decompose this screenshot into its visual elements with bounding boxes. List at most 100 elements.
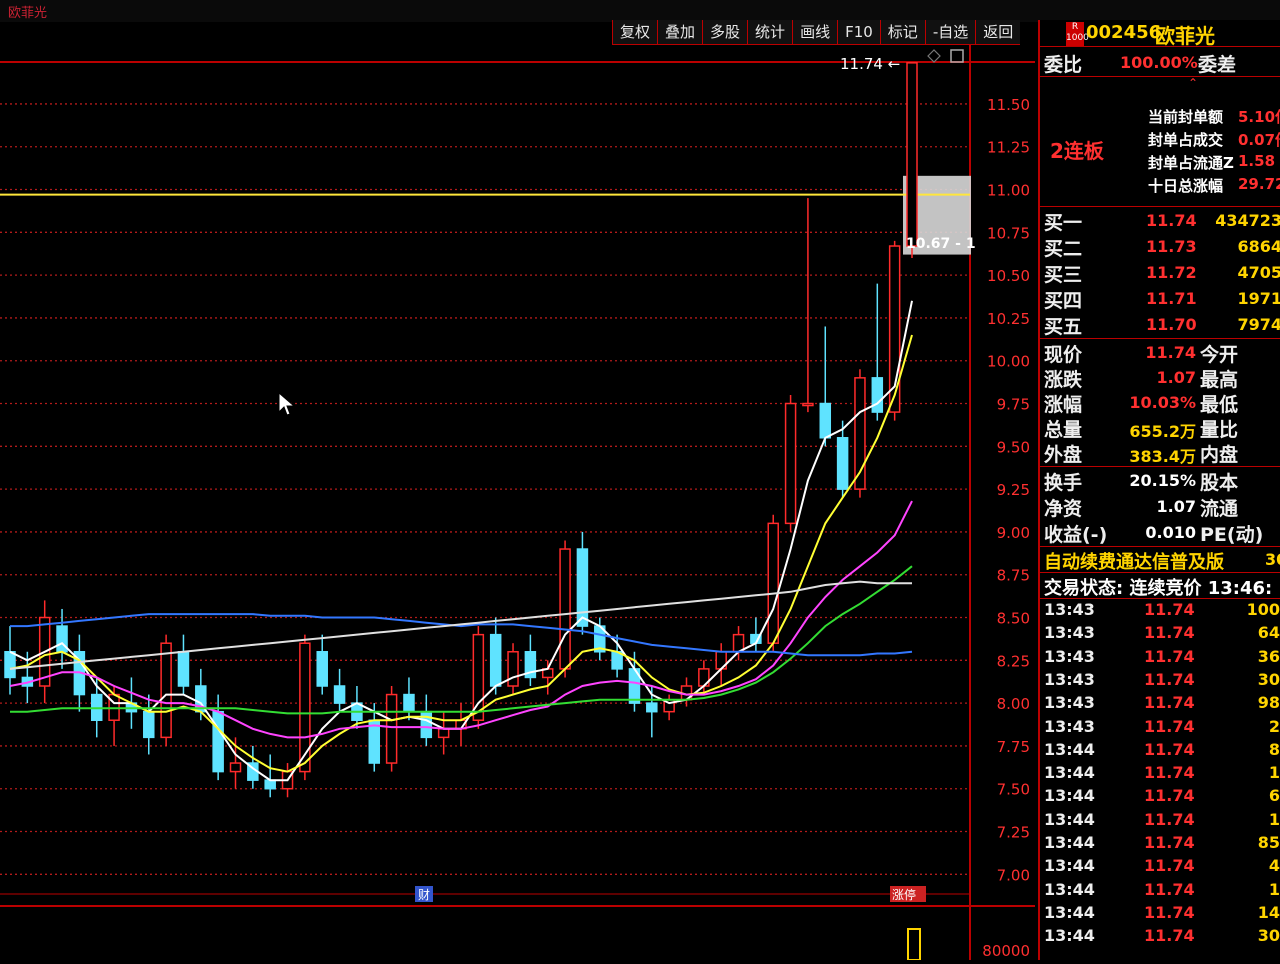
quote-value: 1.07 [1156,368,1196,387]
tick-volume: 64 [1257,623,1280,643]
candle-body [767,522,779,644]
bid-price: 11.70 [1146,315,1197,334]
seal-label: 封单占流通Z [1148,154,1234,172]
collapse-icon[interactable]: ⌃ [1188,76,1198,90]
tick-price: 11.74 [1144,902,1195,922]
title-bar: 欧菲光 [0,0,1280,22]
y-tick-label: 11.25 [987,139,1030,157]
toolbar-item-3[interactable]: 统计 [747,20,792,44]
high-price-label: 11.74 ← [840,55,900,73]
seal-value: 1.58 [1238,152,1276,170]
tick-volume: 36 [1257,646,1280,666]
quote-label: 涨幅 [1044,394,1083,416]
candle-body [177,651,190,687]
y-tick-label: 7.75 [997,738,1030,756]
stat-label: 换手 [1044,472,1083,494]
candle-body [802,402,814,407]
candle-body [906,62,918,247]
toolbar-item-8[interactable]: 返回 [975,20,1020,44]
toolbar-item-4[interactable]: 画线 [792,20,837,44]
bid-volume: 434723 [1215,211,1280,230]
tick-row: 13:44 11.74 85 [1040,833,1280,856]
seal-value: 5.10亿 [1238,108,1280,126]
y-tick-label: 8.75 [997,567,1030,585]
tick-price: 11.74 [1144,646,1195,666]
tick-row: 13:44 11.74 14 [1040,903,1280,926]
tick-time: 13:44 [1044,926,1095,946]
y-tick-label: 7.50 [997,781,1030,799]
bid-volume: 6864 [1237,237,1280,256]
kline-svg: 11.50 11.25 11.00 10.75 10.50 10.25 10.00 9.75 9… [0,44,1035,961]
quote-value: 11.74 [1145,343,1196,362]
tick-row: 13:43 11.74 98 [1040,693,1280,716]
tick-row: 13:43 11.74 36 [1040,647,1280,670]
tick-time: 13:44 [1044,786,1095,806]
window-toggle-icon [950,49,964,63]
candle-body [403,693,415,713]
y-tick-label: 9.25 [997,481,1030,499]
tick-row: 13:43 11.74 2 [1040,717,1280,740]
stat-label-2: PE(动) [1200,524,1264,546]
tick-price: 11.74 [1144,786,1195,806]
tick-time: 13:43 [1044,646,1095,666]
quote-label: 总量 [1044,419,1083,441]
toolbar-item-2[interactable]: 多股 [702,20,747,44]
quote-panel: R 1000 002456 欧菲光 委比 100.00% 委差 ⌃ 2连板 当前封… [1038,20,1280,960]
tick-volume: 30 [1257,926,1280,946]
toolbar-item-7[interactable]: -自选 [924,20,975,44]
divider [1040,572,1280,573]
tick-price: 11.74 [1144,739,1195,759]
stock-name: 欧菲光 [1155,24,1215,48]
stat-value: 20.15% [1129,471,1196,490]
tick-price: 11.74 [1144,716,1195,736]
tick-row: 13:44 11.74 8 [1040,740,1280,763]
y-tick-label: 10.50 [987,267,1030,285]
quote-label: 现价 [1044,344,1083,366]
candle-body [333,685,346,704]
stat-value: 1.07 [1156,497,1196,516]
quote-label-2: 最低 [1200,394,1239,416]
tick-time: 13:44 [1044,833,1095,852]
tick-volume: 98 [1257,693,1280,713]
kline-chart[interactable]: 11.50 11.25 11.00 10.75 10.50 10.25 10.00 9.75 9… [0,44,1035,961]
toolbar-item-6[interactable]: 标记 [879,20,925,44]
tick-time: 13:44 [1044,763,1095,783]
bid-volume: 7974 [1237,315,1280,334]
y-tick-label: 9.00 [997,524,1030,542]
seal-value: 0.07倍 [1238,131,1280,149]
divider [1040,46,1280,47]
candle-body [576,548,589,627]
tick-time: 13:44 [1044,856,1095,876]
toolbar-item-5[interactable]: F10 [837,20,880,44]
bid-level-label: 买二 [1044,238,1083,260]
quote-label-2: 今开 [1200,344,1239,366]
candle-body [507,651,519,687]
bid-level-label: 买三 [1044,264,1083,286]
candle-body [489,633,502,687]
tick-volume: 6 [1268,786,1280,806]
tick-volume: 2 [1268,716,1280,736]
candle-body [316,651,328,687]
toolbar-item-0[interactable]: 复权 [612,20,657,44]
bid-level-label: 买四 [1044,290,1083,312]
candle-body [264,779,276,790]
candle-body [4,651,16,679]
lianban-badge: 2连板 [1050,139,1104,163]
y-tick-label: 8.50 [997,610,1030,628]
renewal-banner[interactable]: 自动续费通达信普及版 [1044,548,1224,574]
y-tick-label: 7.25 [997,824,1030,842]
tick-volume: 1 [1268,879,1280,899]
bid-volume: 1971 [1237,289,1280,308]
mouse-cursor-icon [278,392,296,416]
y-tick-label: 11.50 [987,96,1030,114]
trade-status: 交易状态: 连续竞价 13:46: [1044,578,1273,599]
tick-volume: 1 [1268,763,1280,783]
toolbar-item-1[interactable]: 叠加 [657,20,702,44]
divider [1040,338,1280,339]
event-tag-label: 财 [418,888,430,902]
webi-value: 100.00% [1120,53,1198,72]
bid-price: 11.71 [1146,289,1197,308]
stat-label-2: 流通 [1200,498,1239,520]
divider [1040,546,1280,547]
tick-time: 13:44 [1044,902,1095,922]
